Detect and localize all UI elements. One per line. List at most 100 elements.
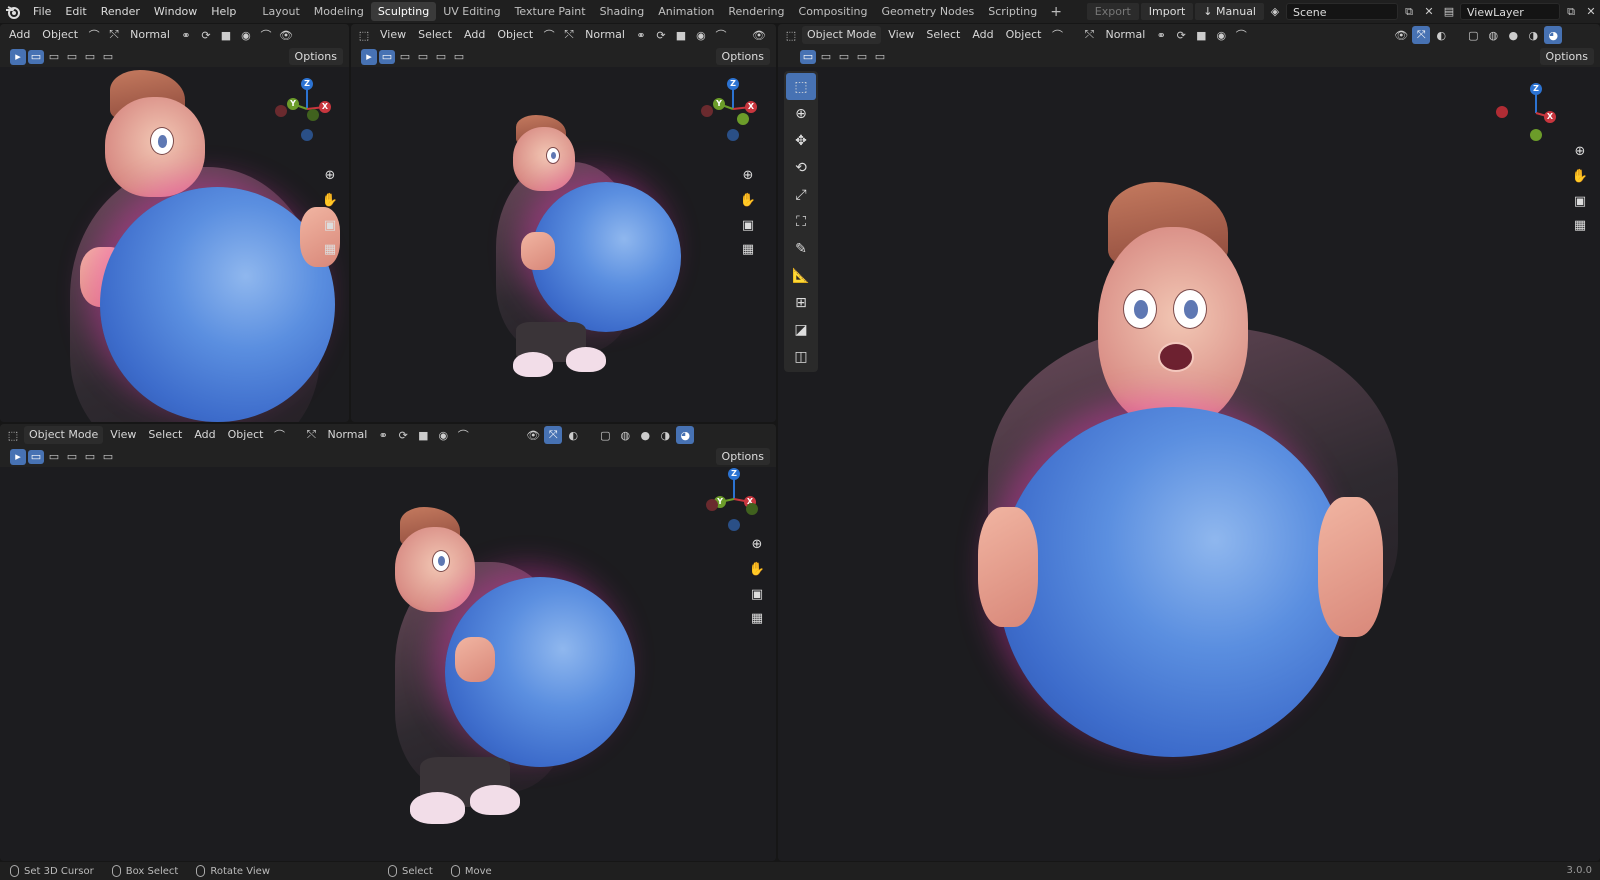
rendered-shading-icon[interactable]: ◕	[1544, 26, 1563, 44]
orientation-select[interactable]: Normal	[1100, 26, 1150, 44]
orientation-select[interactable]: Normal	[580, 26, 630, 44]
falloff-icon[interactable]: ⌒	[1232, 26, 1250, 44]
add-workspace-icon[interactable]: +	[1044, 4, 1068, 20]
gizmo-neg-x-icon[interactable]	[1496, 106, 1508, 118]
mode-select[interactable]: Object Mode	[802, 26, 882, 44]
tab-rendering[interactable]: Rendering	[721, 2, 791, 21]
menu-window[interactable]: Window	[147, 0, 204, 23]
menu-add[interactable]: Add	[459, 26, 490, 44]
blender-logo-icon[interactable]	[0, 0, 26, 23]
orientation-select[interactable]: Normal	[322, 426, 372, 444]
export-button[interactable]: Export	[1086, 3, 1139, 20]
menu-add[interactable]: Add	[4, 26, 35, 44]
solid-shading-icon[interactable]: ●	[1504, 26, 1522, 44]
menu-select[interactable]: Select	[921, 26, 965, 44]
mode-select[interactable]: Object Mode	[24, 426, 104, 444]
proportional-edit-icon[interactable]: ◉	[1212, 26, 1230, 44]
gizmo-toggle-icon[interactable]: ⤧	[1412, 26, 1431, 44]
menu-object[interactable]: Object	[223, 426, 269, 444]
overlay-icon[interactable]: ◐	[1432, 26, 1450, 44]
select-box-invert-icon[interactable]: ▭	[433, 50, 449, 64]
annotate-tool-icon[interactable]: ✎	[786, 235, 816, 262]
tab-sculpting[interactable]: Sculpting	[370, 2, 437, 21]
gizmo-neg-z-icon[interactable]	[727, 129, 739, 141]
select-box-new-icon[interactable]: ▭	[28, 49, 44, 64]
pivot-link-icon[interactable]: ⚭	[632, 26, 650, 44]
snap-icon[interactable]: ⟳	[1172, 26, 1190, 44]
zoom-icon[interactable]: ⊕	[738, 165, 758, 185]
tab-shading[interactable]: Shading	[593, 2, 652, 21]
navigation-gizmo[interactable]: Z X	[1496, 77, 1560, 141]
camera-icon[interactable]: ▣	[1570, 191, 1590, 211]
gizmo-neg-x-icon[interactable]	[275, 105, 287, 117]
gizmo-neg-z-icon[interactable]	[728, 519, 740, 531]
remove-view-layer-icon[interactable]: ✕	[1582, 3, 1600, 21]
select-box-new-icon[interactable]: ▭	[379, 49, 395, 64]
zoom-icon[interactable]: ⊕	[320, 165, 340, 185]
select-tool-icon[interactable]: ▸	[361, 48, 377, 65]
falloff-icon[interactable]: ⌒	[454, 426, 472, 444]
orientation-icon[interactable]: ⤲	[302, 426, 320, 444]
snap-target-icon[interactable]: ■	[672, 26, 690, 44]
snap-icon[interactable]: ⟳	[652, 26, 670, 44]
select-box-subtract-icon[interactable]: ▭	[64, 50, 80, 64]
menu-add[interactable]: Add	[967, 26, 998, 44]
orientation-icon[interactable]: ⤲	[560, 26, 578, 44]
xray-icon[interactable]: ▢	[1464, 26, 1482, 44]
falloff-icon[interactable]: ⌒	[257, 26, 275, 44]
select-box-new-icon[interactable]: ▭	[28, 449, 44, 464]
measure-tool-icon[interactable]: 📐	[786, 262, 816, 289]
pivot-link-icon[interactable]: ⚭	[1152, 26, 1170, 44]
pan-hand-icon[interactable]: ✋	[747, 559, 767, 579]
menu-edit[interactable]: Edit	[58, 0, 93, 23]
material-shading-icon[interactable]: ◑	[656, 426, 674, 444]
visibility-icon[interactable]: 👁	[750, 26, 768, 44]
scene-field[interactable]: Scene	[1286, 3, 1398, 20]
snap-icon[interactable]: ⟳	[197, 26, 215, 44]
options-button[interactable]: Options	[715, 448, 770, 465]
pivot-link-icon[interactable]: ⚭	[374, 426, 392, 444]
orientation-icon[interactable]: ⤲	[105, 26, 123, 44]
rendered-shading-icon[interactable]: ◕	[676, 426, 695, 444]
view-layer-field[interactable]: ViewLayer	[1460, 3, 1560, 20]
tab-animation[interactable]: Animation	[651, 2, 721, 21]
gizmo-neg-y-icon[interactable]	[1530, 129, 1542, 141]
menu-object[interactable]: Object	[37, 26, 83, 44]
gizmo-neg-z-icon[interactable]	[301, 129, 313, 141]
gizmo-z-icon[interactable]: Z	[1530, 83, 1542, 95]
pivot-link-icon[interactable]: ⚭	[177, 26, 195, 44]
navigation-gizmo[interactable]: Z X Y	[702, 467, 766, 531]
zoom-icon[interactable]: ⊕	[747, 534, 767, 554]
gizmo-neg-y-icon[interactable]	[307, 109, 319, 121]
menu-view[interactable]: View	[105, 426, 141, 444]
menu-object[interactable]: Object	[492, 26, 538, 44]
navigation-gizmo[interactable]: Z X Y	[701, 77, 765, 141]
menu-help[interactable]: Help	[204, 0, 243, 23]
wireframe-shading-icon[interactable]: ◍	[1484, 26, 1502, 44]
new-scene-icon[interactable]: ⧉	[1400, 3, 1418, 21]
select-tool-icon[interactable]: ▸	[10, 48, 26, 65]
select-box-intersect-icon[interactable]: ▭	[100, 450, 116, 464]
gizmo-neg-y-icon[interactable]	[737, 113, 749, 125]
select-box-invert-icon[interactable]: ▭	[82, 50, 98, 64]
rotate-tool-icon[interactable]: ⟲	[786, 154, 816, 181]
import-button[interactable]: Import	[1140, 3, 1194, 20]
select-box-intersect-icon[interactable]: ▭	[451, 50, 467, 64]
gizmo-z-icon[interactable]: Z	[301, 78, 313, 90]
gizmo-z-icon[interactable]: Z	[727, 78, 739, 90]
select-tool-icon[interactable]: ▸	[10, 448, 26, 465]
gizmo-neg-x-icon[interactable]	[706, 499, 718, 511]
menu-view[interactable]: View	[883, 26, 919, 44]
snap-icon[interactable]: ⟳	[394, 426, 412, 444]
bevel-tool-icon[interactable]: ◫	[786, 343, 816, 370]
camera-icon[interactable]: ▣	[747, 584, 767, 604]
falloff-icon[interactable]: ⌒	[712, 26, 730, 44]
select-box-intersect-icon[interactable]: ▭	[100, 50, 116, 64]
overlay-icon[interactable]: ◐	[564, 426, 582, 444]
snap-target-icon[interactable]: ■	[217, 26, 235, 44]
grid-icon[interactable]: ▦	[738, 239, 758, 259]
gizmo-y-icon[interactable]: Y	[713, 98, 725, 110]
options-button[interactable]: Options	[1539, 48, 1594, 65]
zoom-icon[interactable]: ⊕	[1570, 141, 1590, 161]
3d-view[interactable]: ⬚ ⊕ ✥ ⟲ ⤢ ⛶ ✎ 📐 ⊞ ◪ ◫ Z X ⊕ ✋ ▣ ▦	[778, 67, 1600, 861]
